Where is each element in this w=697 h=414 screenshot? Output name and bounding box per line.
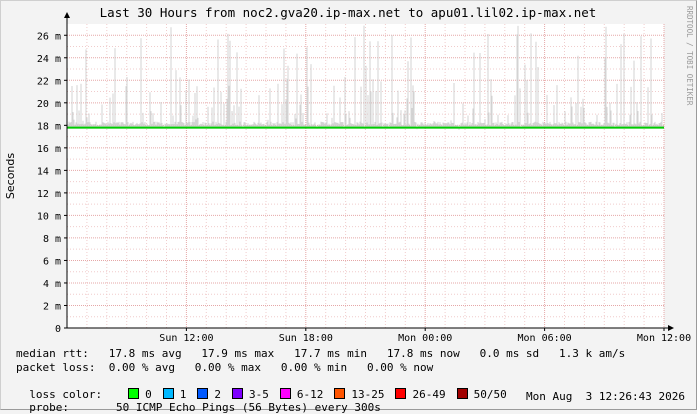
- y-tick-label: 26 m: [37, 31, 61, 42]
- y-tick-label: 12 m: [37, 189, 61, 200]
- loss-color-item: 50/50: [456, 388, 507, 401]
- x-tick-label: Sun 18:00: [279, 333, 333, 344]
- y-tick-label: 20 m: [37, 99, 61, 110]
- timestamp: Mon Aug 3 12:26:43 2026: [526, 390, 685, 403]
- y-tick-label: 16 m: [37, 144, 61, 155]
- probe-label: probe:: [29, 401, 69, 414]
- y-tick-label: 2 m: [43, 301, 61, 312]
- x-tick-label: Mon 06:00: [518, 333, 572, 344]
- latency-chart: 0 2 m 4 m 6 m 8 m 10 m 12 m 14 m 16 m 18 m 20 m 22 …: [4, 5, 694, 344]
- loss-color-item-label: 26-49: [412, 388, 446, 401]
- y-tick-label: 10 m: [37, 211, 61, 222]
- y-axis-label: Seconds: [4, 153, 17, 199]
- y-tick-label: 4 m: [43, 279, 61, 290]
- loss-color-item-label: 50/50: [473, 388, 507, 401]
- y-tick-label: 24 m: [37, 54, 61, 65]
- y-tick-label: 8 m: [43, 234, 61, 245]
- rrdtool-watermark: RRDTOOL / TOBI OETIKER: [685, 6, 694, 106]
- probe-description: 50 ICMP Echo Pings (56 Bytes) every 300s: [116, 401, 381, 414]
- y-tick-label: 14 m: [37, 166, 61, 177]
- x-tick-label: Mon 12:00: [637, 333, 691, 344]
- x-tick-label: Sun 12:00: [159, 333, 213, 344]
- y-tick-label: 18 m: [37, 121, 61, 132]
- y-tick-label: 22 m: [37, 76, 61, 87]
- y-tick-label: 0: [55, 324, 61, 335]
- loss-color-swatch: [395, 388, 407, 399]
- x-axis-arrow: [668, 325, 674, 331]
- y-tick-label: 6 m: [43, 256, 61, 267]
- median-rtt-line: median rtt: 17.8 ms avg 17.9 ms max 17.7…: [16, 347, 626, 360]
- loss-color-swatch: [456, 388, 468, 399]
- x-tick-label: Mon 00:00: [398, 333, 452, 344]
- packet-loss-line: packet loss: 0.00 % avg 0.00 % max 0.00 …: [16, 361, 434, 374]
- chart-title: Last 30 Hours from noc2.gva20.ip-max.net…: [100, 5, 597, 20]
- y-axis-arrow: [64, 12, 70, 18]
- probe-line: probe: 50 ICMP Echo Pings (56 Bytes) ever…: [16, 390, 381, 414]
- loss-color-item: 26-49: [395, 388, 446, 401]
